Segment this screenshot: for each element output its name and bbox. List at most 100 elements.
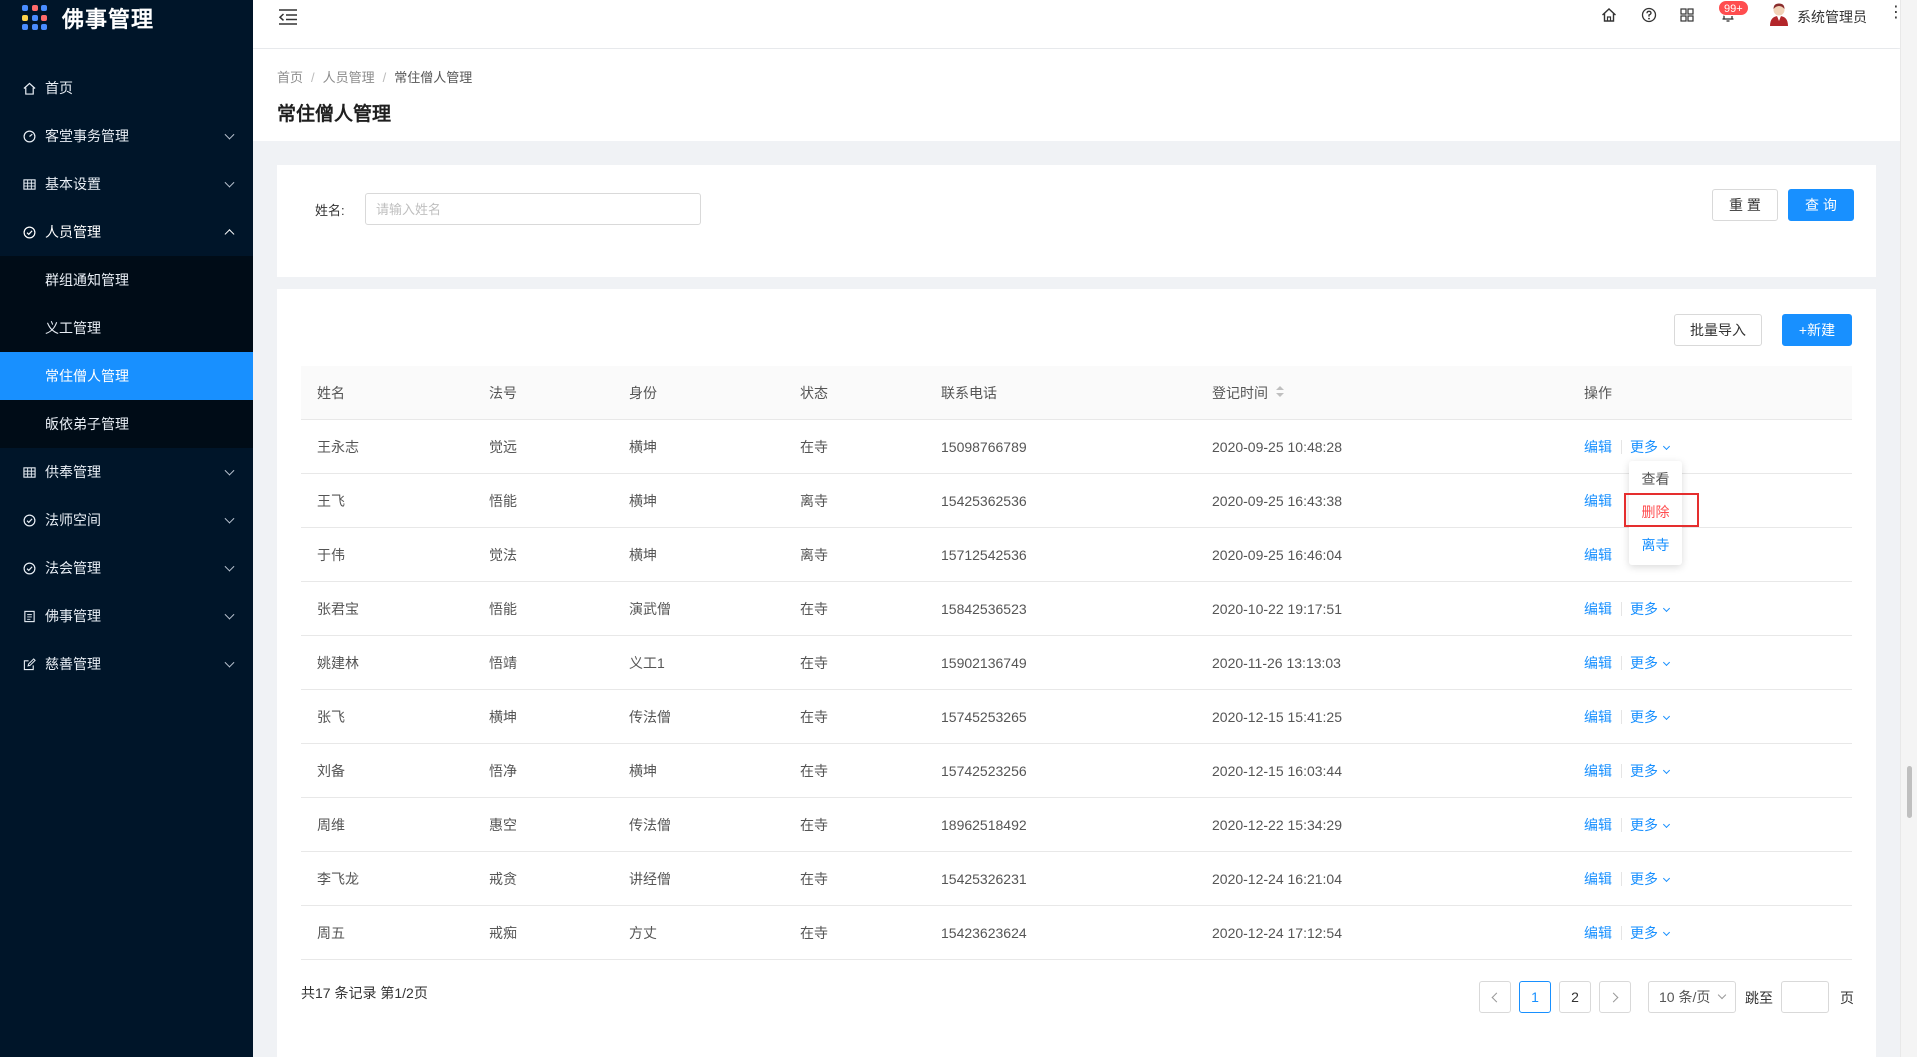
action-divider bbox=[1621, 872, 1622, 886]
more-actions-link[interactable]: 更多 bbox=[1630, 852, 1671, 906]
edit-link[interactable]: 编辑 bbox=[1584, 906, 1612, 960]
chevron-down-icon bbox=[224, 129, 235, 140]
more-actions-link[interactable]: 更多 bbox=[1630, 636, 1671, 690]
sidebar-item-group-notice[interactable]: 群组通知管理 bbox=[0, 256, 253, 304]
cell-register-time: 2020-12-15 15:41:25 bbox=[1212, 709, 1342, 725]
personnel-submenu: 群组通知管理 义工管理 常住僧人管理 皈依弟子管理 bbox=[0, 256, 253, 448]
more-actions-link[interactable]: 更多 bbox=[1630, 906, 1671, 960]
more-label: 更多 bbox=[1630, 925, 1658, 941]
edit-link[interactable]: 编辑 bbox=[1584, 744, 1612, 798]
edit-link[interactable]: 编辑 bbox=[1584, 798, 1612, 852]
cell-status: 在寺 bbox=[800, 763, 828, 779]
cell-dharma-name: 悟靖 bbox=[489, 655, 517, 671]
sidebar-item-label: 慈善管理 bbox=[45, 656, 101, 672]
sidebar-item-label: 基本设置 bbox=[45, 176, 101, 192]
more-actions-link[interactable]: 更多 bbox=[1630, 798, 1671, 852]
action-divider bbox=[1621, 818, 1622, 832]
page-scrollbar[interactable] bbox=[1900, 0, 1917, 1057]
breadcrumb-personnel[interactable]: 人员管理 bbox=[323, 70, 375, 85]
dropdown-item-view[interactable]: 查看 bbox=[1629, 464, 1682, 494]
table-body: 王永志 觉远 横坤 在寺 15098766789 2020-09-25 10:48:28 编… bbox=[301, 420, 1852, 960]
page-size-select[interactable]: 10 条/页 bbox=[1648, 981, 1736, 1013]
more-label: 更多 bbox=[1630, 601, 1658, 617]
edit-link[interactable]: 编辑 bbox=[1584, 852, 1612, 906]
cell-name: 王飞 bbox=[317, 493, 345, 509]
more-label: 更多 bbox=[1630, 817, 1658, 833]
app-logo[interactable]: 佛事管理 bbox=[22, 0, 154, 36]
apps-icon[interactable] bbox=[1679, 7, 1697, 25]
cell-register-time: 2020-09-25 16:46:04 bbox=[1212, 547, 1342, 563]
sidebar-item-offerings[interactable]: 供奉管理 bbox=[0, 448, 253, 496]
chevron-down-icon bbox=[224, 465, 235, 476]
sidebar-item-personnel[interactable]: 人员管理 bbox=[0, 208, 253, 256]
jump-page-input[interactable] bbox=[1781, 981, 1829, 1013]
name-label: 姓名: bbox=[315, 203, 345, 218]
more-actions-link[interactable]: 更多 bbox=[1630, 690, 1671, 744]
chevron-down-icon bbox=[1662, 658, 1671, 667]
sidebar-item-label: 人员管理 bbox=[45, 224, 101, 240]
cell-name: 张飞 bbox=[317, 709, 345, 725]
table-row: 王永志 觉远 横坤 在寺 15098766789 2020-09-25 10:48:28 编… bbox=[301, 420, 1852, 474]
edit-link[interactable]: 编辑 bbox=[1584, 636, 1612, 690]
prev-page-button[interactable] bbox=[1479, 981, 1511, 1013]
more-actions-link[interactable]: 更多 bbox=[1630, 582, 1671, 636]
chevron-down-icon bbox=[224, 513, 235, 524]
edit-link[interactable]: 编辑 bbox=[1584, 528, 1612, 582]
help-icon[interactable] bbox=[1641, 7, 1659, 25]
cell-phone: 15425326231 bbox=[941, 871, 1027, 887]
next-page-button[interactable] bbox=[1599, 981, 1631, 1013]
column-header-phone: 联系电话 bbox=[941, 385, 997, 401]
table-row: 张飞 横坤 传法僧 在寺 15745253265 2020-12-15 15:41:25 编… bbox=[301, 690, 1852, 744]
profile-icon bbox=[22, 609, 36, 623]
page-1-button[interactable]: 1 bbox=[1519, 981, 1551, 1013]
edit-link[interactable]: 编辑 bbox=[1584, 582, 1612, 636]
cell-register-time: 2020-12-22 15:34:29 bbox=[1212, 817, 1342, 833]
edit-link[interactable]: 编辑 bbox=[1584, 690, 1612, 744]
reset-button[interactable]: 重 置 bbox=[1712, 189, 1778, 221]
name-search-input[interactable] bbox=[365, 193, 701, 225]
page-header: 首页 / 人员管理 / 常住僧人管理 常住僧人管理 bbox=[253, 49, 1900, 141]
column-header-register-time[interactable]: 登记时间 bbox=[1212, 366, 1284, 420]
sidebar-item-buddhist-affairs[interactable]: 佛事管理 bbox=[0, 592, 253, 640]
sidebar-item-master-space[interactable]: 法师空间 bbox=[0, 496, 253, 544]
edit-link[interactable]: 编辑 bbox=[1584, 474, 1612, 528]
edit-link[interactable]: 编辑 bbox=[1584, 420, 1612, 474]
cell-name: 王永志 bbox=[317, 439, 359, 455]
cell-dharma-name: 悟净 bbox=[489, 763, 517, 779]
sidebar-item-disciples[interactable]: 皈依弟子管理 bbox=[0, 400, 253, 448]
dropdown-item-leave[interactable]: 离寺 bbox=[1629, 530, 1682, 560]
cell-name: 张君宝 bbox=[317, 601, 359, 617]
sidebar-item-dharma-assembly[interactable]: 法会管理 bbox=[0, 544, 253, 592]
menu-fold-icon[interactable] bbox=[278, 8, 300, 26]
sidebar-item-home[interactable]: 首页 bbox=[0, 64, 253, 112]
chevron-down-icon bbox=[1662, 604, 1671, 613]
avatar[interactable] bbox=[1768, 2, 1790, 26]
sort-icon[interactable] bbox=[1276, 386, 1284, 398]
new-button[interactable]: +新建 bbox=[1782, 314, 1852, 346]
cell-status: 在寺 bbox=[800, 709, 828, 725]
cell-name: 周五 bbox=[317, 925, 345, 941]
username[interactable]: 系统管理员 bbox=[1797, 7, 1867, 27]
sidebar-item-volunteers[interactable]: 义工管理 bbox=[0, 304, 253, 352]
cell-register-time: 2020-12-15 16:03:44 bbox=[1212, 763, 1342, 779]
bulk-import-button[interactable]: 批量导入 bbox=[1674, 314, 1762, 346]
sidebar-item-charity[interactable]: 慈善管理 bbox=[0, 640, 253, 688]
more-label: 更多 bbox=[1630, 655, 1658, 671]
query-button[interactable]: 查 询 bbox=[1788, 189, 1854, 221]
sidebar-item-resident-monks[interactable]: 常住僧人管理 bbox=[0, 352, 253, 400]
page-2-button[interactable]: 2 bbox=[1559, 981, 1591, 1013]
chevron-down-icon bbox=[224, 657, 235, 668]
more-actions-link[interactable]: 更多 bbox=[1630, 744, 1671, 798]
breadcrumb-home[interactable]: 首页 bbox=[277, 70, 303, 85]
chevron-up-icon bbox=[224, 229, 235, 240]
home-icon[interactable] bbox=[1601, 7, 1619, 25]
sidebar-item-label: 客堂事务管理 bbox=[45, 128, 129, 144]
sidebar-item-label: 法会管理 bbox=[45, 560, 101, 576]
chevron-down-icon bbox=[224, 609, 235, 620]
scrollbar-thumb[interactable] bbox=[1907, 766, 1912, 818]
notification-badge: 99+ bbox=[1718, 0, 1749, 16]
column-header-dharma-name: 法号 bbox=[489, 385, 517, 401]
sidebar-item-basic-settings[interactable]: 基本设置 bbox=[0, 160, 253, 208]
sidebar-item-reception[interactable]: 客堂事务管理 bbox=[0, 112, 253, 160]
jump-label: 跳至 bbox=[1745, 990, 1773, 1006]
